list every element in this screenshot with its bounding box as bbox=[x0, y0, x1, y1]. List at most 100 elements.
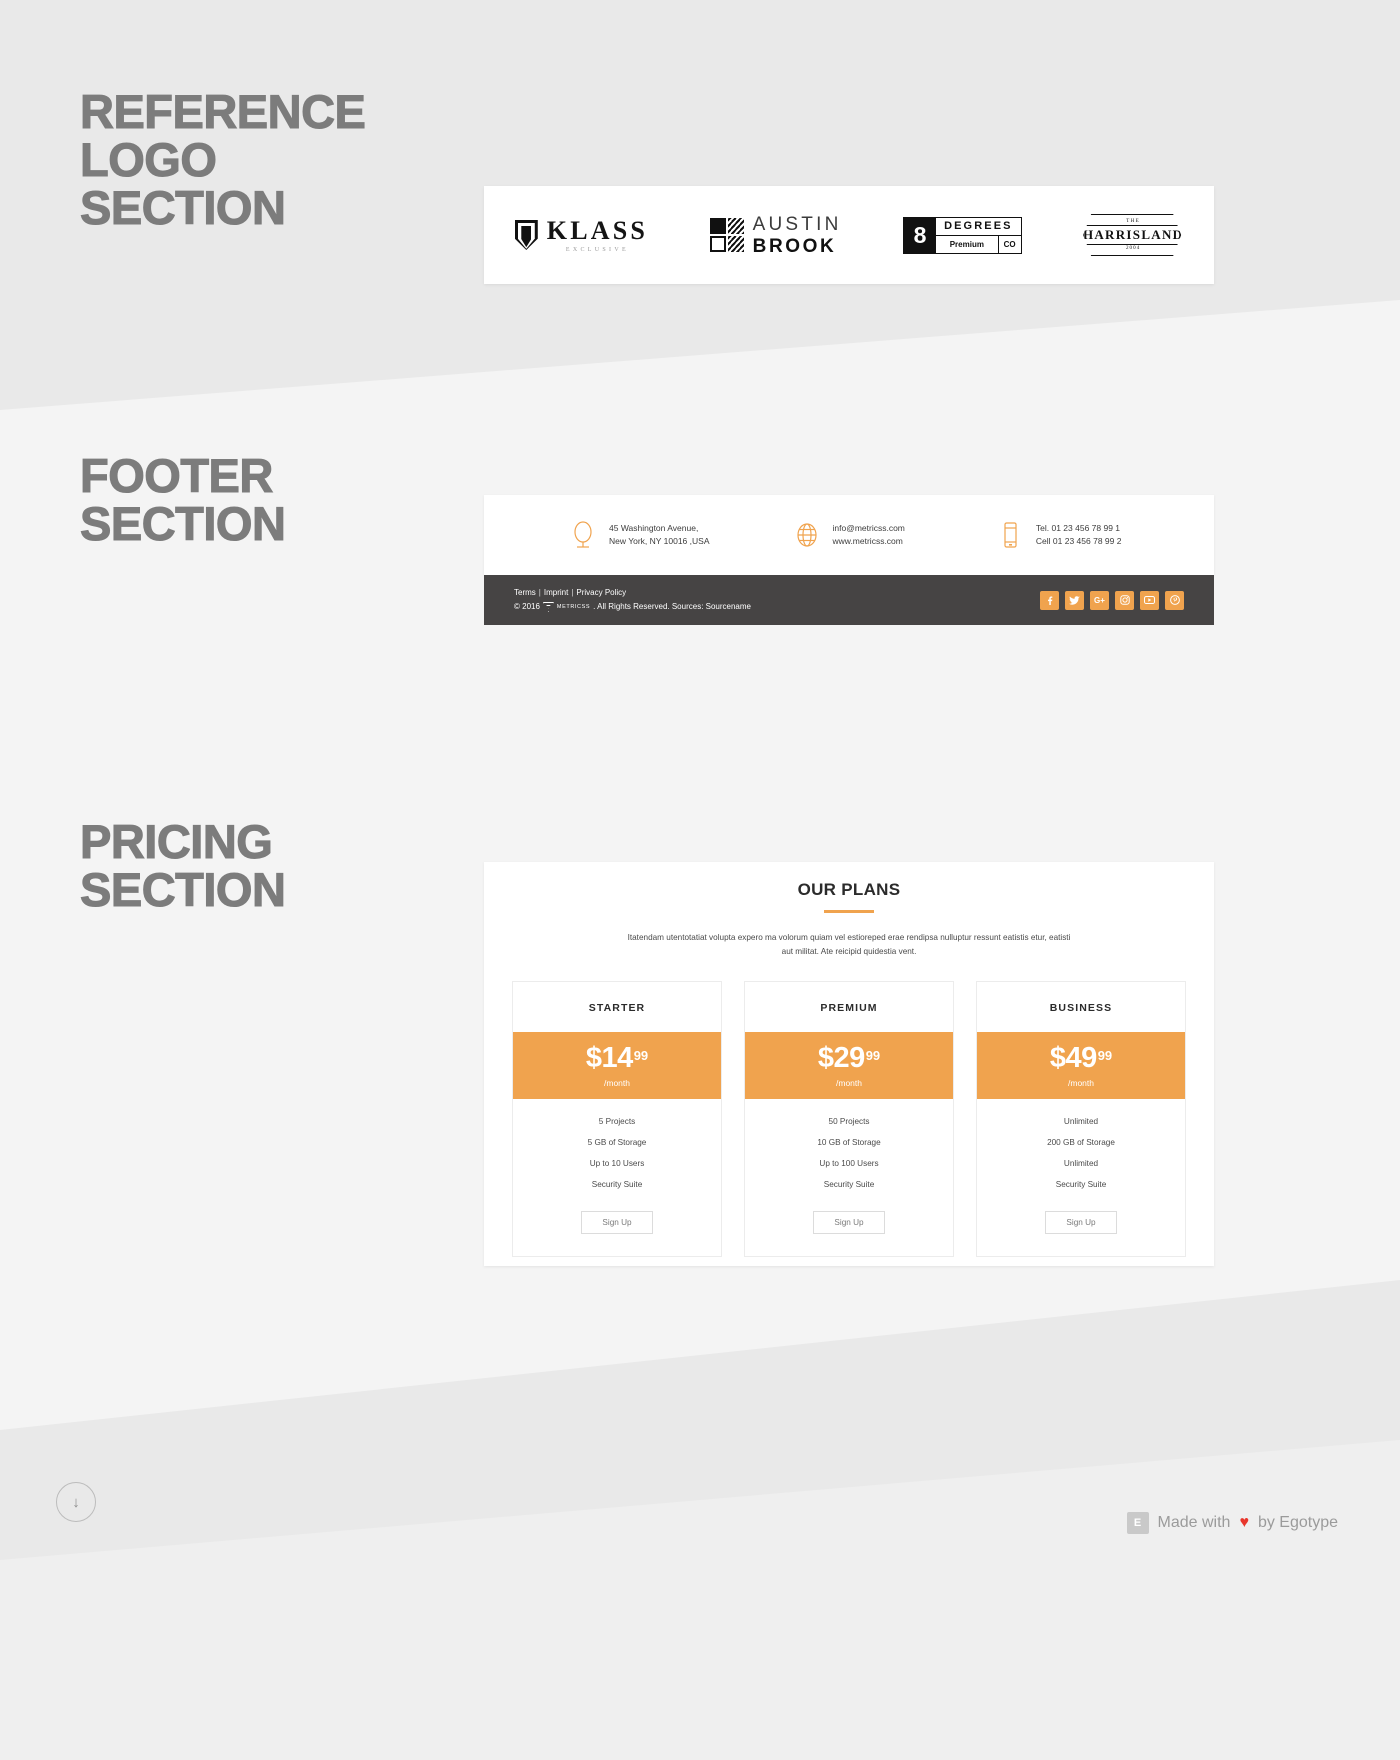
made-with-credit: E Made with ♥ by Egotype bbox=[1126, 1512, 1338, 1534]
egotype-logo-icon: E bbox=[1126, 1512, 1149, 1534]
pricing-plan-premium: PREMIUM $2999 /month 50 Projects 10 GB o… bbox=[744, 980, 954, 1257]
plan-feature: 5 Projects bbox=[598, 1116, 636, 1126]
plan-price-period: /month bbox=[836, 1077, 862, 1088]
section-heading-line: REFERENCE bbox=[79, 85, 366, 138]
plan-cta-wrapper: Sign Up bbox=[977, 1199, 1185, 1256]
footer-email[interactable]: info@metricss.com bbox=[833, 522, 905, 535]
logo-degrees-co: CO bbox=[1003, 239, 1016, 249]
plan-price-amount: $29 bbox=[817, 1041, 865, 1074]
logo-eight-degrees: 8 DEGREES Premium CO bbox=[903, 216, 1022, 254]
footer-legal-bar: Terms | Imprint | Privacy Policy © 2016 METR… bbox=[484, 575, 1214, 625]
pricing-title: OUR PLANS bbox=[797, 880, 901, 899]
arrow-down-icon: ↓ bbox=[72, 1493, 80, 1511]
hexagon-badge-icon: THE HARRISLAND 2004 bbox=[1083, 214, 1182, 256]
logo-klass-name: KLASS bbox=[546, 215, 649, 245]
heart-icon: ♥ bbox=[1239, 1514, 1249, 1531]
plan-feature: Unlimited bbox=[1063, 1158, 1099, 1168]
copyright-brand: METRICSS bbox=[556, 604, 591, 610]
logo-harrisland-the: THE bbox=[1126, 219, 1141, 224]
footer-contact-phone: Tel. 01 23 456 78 99 1 Cell 01 23 456 78… bbox=[997, 520, 1122, 550]
facebook-icon[interactable] bbox=[1040, 590, 1059, 610]
sign-up-button-business[interactable]: Sign Up bbox=[1045, 1210, 1117, 1234]
reference-logo-strip: KLASS EXCLUSIVE AUSTIN BROOK 8 DEGREES P… bbox=[484, 186, 1214, 284]
section-heading-line: SECTION bbox=[79, 497, 286, 550]
footer-address-line2: New York, NY 10016 ,USA bbox=[609, 536, 710, 546]
instagram-icon[interactable] bbox=[1115, 590, 1134, 610]
copyright-year: © 2016 bbox=[514, 602, 540, 611]
plan-feature-list: Unlimited 200 GB of Storage Unlimited Se… bbox=[977, 1099, 1185, 1199]
plan-feature: 50 Projects bbox=[828, 1116, 870, 1126]
plan-price-period: /month bbox=[604, 1077, 630, 1088]
youtube-icon[interactable] bbox=[1140, 590, 1159, 610]
logo-austin-line1: AUSTIN bbox=[752, 213, 842, 235]
footer-link-privacy-policy[interactable]: Privacy Policy bbox=[576, 588, 626, 597]
plan-feature-list: 5 Projects 5 GB of Storage Up to 10 User… bbox=[513, 1099, 721, 1199]
footer-link-imprint[interactable]: Imprint bbox=[544, 588, 568, 597]
shield-icon bbox=[514, 220, 538, 250]
logo-degrees-premium: Premium bbox=[936, 235, 999, 253]
globe-icon bbox=[796, 523, 817, 547]
pricing-title-underline bbox=[824, 910, 874, 913]
pricing-plan-list: STARTER $1499 /month 5 Projects 5 GB of … bbox=[484, 980, 1214, 1257]
plan-feature-list: 50 Projects 10 GB of Storage Up to 100 U… bbox=[745, 1099, 953, 1199]
pricing-description: Itatendam utentotatiat volupta expero ma… bbox=[627, 932, 1071, 956]
plan-name: BUSINESS bbox=[1049, 1001, 1113, 1014]
footer-website[interactable]: www.metricss.com bbox=[833, 535, 905, 548]
sign-up-button-premium[interactable]: Sign Up bbox=[813, 1210, 885, 1234]
plan-price-banner: $2999 /month bbox=[745, 1031, 953, 1099]
footer-contact-web: info@metricss.com www.metricss.com bbox=[794, 520, 905, 550]
plan-name: STARTER bbox=[588, 1001, 646, 1014]
location-pin-icon bbox=[574, 521, 592, 548]
logo-harrisland-name: HARRISLAND bbox=[1083, 225, 1182, 245]
copyright-rest: . All Rights Reserved. Sources: Sourcena… bbox=[593, 602, 751, 611]
plan-name: PREMIUM bbox=[820, 1001, 878, 1014]
legal-separator: | bbox=[538, 588, 541, 597]
pinterest-icon[interactable] bbox=[1165, 590, 1184, 610]
pricing-plan-business: BUSINESS $4999 /month Unlimited 200 GB o… bbox=[976, 980, 1186, 1257]
google-plus-icon[interactable]: G+ bbox=[1090, 590, 1109, 610]
by-egotype-text: by Egotype bbox=[1257, 1514, 1338, 1531]
footer-link-terms[interactable]: Terms bbox=[514, 588, 536, 597]
metricss-logo-icon bbox=[542, 602, 554, 612]
footer-copyright: © 2016 METRICSS . All Rights Reserved. S… bbox=[514, 600, 751, 614]
plan-feature: 10 GB of Storage bbox=[817, 1137, 881, 1147]
logo-degrees-number: 8 bbox=[904, 217, 937, 253]
pricing-plan-starter: STARTER $1499 /month 5 Projects 5 GB of … bbox=[512, 980, 722, 1257]
plan-price-cents: 99 bbox=[1097, 1048, 1113, 1064]
logo-klass-tagline: EXCLUSIVE bbox=[565, 246, 629, 253]
section-heading-line: PRICING bbox=[79, 815, 273, 868]
legal-separator: | bbox=[571, 588, 574, 597]
logo-austin-line2: BROOK bbox=[752, 235, 837, 257]
plan-price-period: /month bbox=[1068, 1077, 1094, 1088]
plan-price-banner: $1499 /month bbox=[513, 1031, 721, 1099]
scroll-down-button[interactable]: ↓ bbox=[56, 1482, 96, 1522]
footer-address-line1: 45 Washington Avenue, bbox=[609, 523, 699, 533]
sign-up-button-starter[interactable]: Sign Up bbox=[581, 1210, 653, 1234]
plan-price-banner: $4999 /month bbox=[977, 1031, 1185, 1099]
footer-legal-block: Terms | Imprint | Privacy Policy © 2016 METR… bbox=[514, 586, 751, 614]
plan-feature: 200 GB of Storage bbox=[1047, 1137, 1115, 1147]
logo-klass: KLASS EXCLUSIVE bbox=[514, 215, 649, 253]
plan-cta-wrapper: Sign Up bbox=[513, 1199, 721, 1256]
plan-feature: Security Suite bbox=[1055, 1179, 1107, 1189]
footer-contact-address: 45 Washington Avenue, New York, NY 10016… bbox=[570, 520, 710, 550]
logo-austin-brook: AUSTIN BROOK bbox=[709, 213, 842, 257]
twitter-icon[interactable] bbox=[1065, 590, 1084, 610]
plan-cta-wrapper: Sign Up bbox=[745, 1199, 953, 1256]
made-with-text: Made with bbox=[1157, 1514, 1231, 1531]
footer-social-links: G+ bbox=[1040, 590, 1184, 610]
logo-degrees-word: DEGREES bbox=[936, 218, 1021, 236]
plan-feature: Unlimited bbox=[1063, 1116, 1099, 1126]
footer-tel: Tel. 01 23 456 78 99 1 bbox=[1035, 523, 1121, 533]
plan-feature: Up to 10 Users bbox=[589, 1158, 645, 1168]
section-heading-line: FOOTER bbox=[79, 449, 273, 502]
plan-feature: Up to 100 Users bbox=[819, 1158, 879, 1168]
section-heading-pricing: PRICING SECTION bbox=[79, 815, 286, 914]
footer-cell: Cell 01 23 456 78 99 2 bbox=[1035, 536, 1122, 546]
logo-harrisland: THE HARRISLAND 2004 bbox=[1083, 214, 1183, 256]
plan-feature: 5 GB of Storage bbox=[587, 1137, 647, 1147]
square-grid-icon bbox=[709, 218, 744, 252]
plan-price-amount: $49 bbox=[1049, 1041, 1097, 1074]
plan-price-cents: 99 bbox=[865, 1048, 881, 1064]
plan-feature: Security Suite bbox=[591, 1179, 643, 1189]
